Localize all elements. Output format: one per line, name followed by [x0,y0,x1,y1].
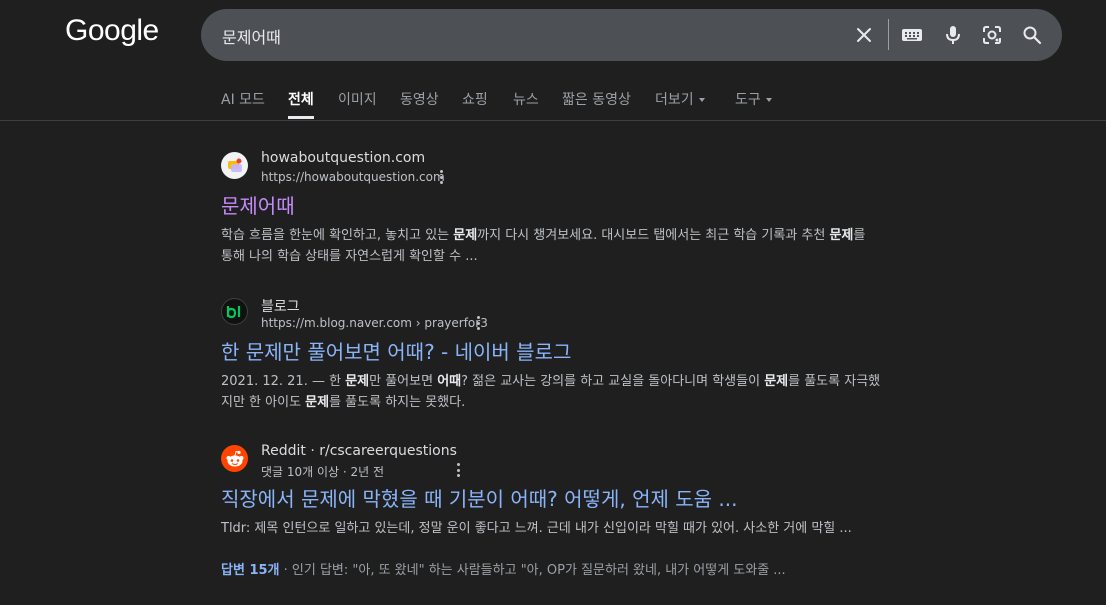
more-options-icon[interactable] [436,170,446,184]
active-tab-indicator [288,116,314,119]
snippet-keyword: 문제 [345,374,370,389]
snippet-keyword: 어때 [437,374,462,389]
snippet-text: Tldr: 제목 인턴으로 일하고 있는데, 정말 운이 좋다고 느껴. 근데 … [221,521,852,536]
top-answer-text: · 인기 답변: "아, 또 왔네" 하는 사람들하고 "아, OP가 질문하러… [279,563,786,578]
result-meta: 댓글 10개 이상 · 2년 전 [261,465,385,479]
more-options-icon[interactable] [473,316,483,330]
search-divider [888,19,889,50]
chevron-down-icon [765,98,772,102]
snippet-text: ? 젊은 교사는 강의를 하고 교실을 돌아다니며 학생들이 [461,374,765,389]
result-url[interactable]: https://howaboutquestion.com [261,170,445,184]
close-icon[interactable] [851,22,877,48]
keyboard-icon[interactable] [899,22,925,48]
search-box[interactable]: 문제어때 [201,9,1062,61]
snippet-keyword: 문제 [453,228,478,243]
tab-all[interactable]: 전체 [288,89,314,109]
tab-short-videos[interactable]: 짧은 동영상 [562,89,631,109]
result-site-name[interactable]: 블로그 [261,296,300,316]
snippet-text: 학습 흐름을 한눈에 확인하고, 놓치고 있는 [221,228,454,243]
naver-blog-favicon-icon [221,298,248,325]
answers-row: 답변 15개 · 인기 답변: "아, 또 왔네" 하는 사람들하고 "아, O… [221,559,786,578]
tab-videos[interactable]: 동영상 [400,89,439,109]
google-logo[interactable]: Google [65,14,159,48]
result-title-link[interactable]: 문제어때 [221,190,295,219]
tab-images[interactable]: 이미지 [338,89,377,109]
tab-tools[interactable]: 도구 [735,89,772,109]
snippet-text: 를 풀도록 하지는 못했다. [329,395,466,410]
snippet-keyword: 문제 [764,374,789,389]
snippet-keyword: 문제 [829,228,854,243]
header: Google 문제어때 [0,0,1106,70]
search-tabs: AI 모드 전체 이미지 동영상 쇼핑 뉴스 짧은 동영상 더보기 도구 [0,80,1106,121]
result-snippet: Tldr: 제목 인턴으로 일하고 있는데, 정말 운이 좋다고 느껴. 근데 … [221,518,881,539]
reddit-favicon-icon [221,445,248,472]
search-input[interactable]: 문제어때 [222,24,281,48]
result-site-name[interactable]: Reddit · r/cscareerquestions [261,443,457,459]
tab-more[interactable]: 더보기 [655,89,705,109]
search-icon[interactable] [1019,22,1045,48]
microphone-icon[interactable] [940,22,966,48]
snippet-text: 2021. 12. 21. — 한 [221,374,346,389]
result-title-link[interactable]: 한 문제만 풀어보면 어때? - 네이버 블로그 [221,336,571,365]
chevron-down-icon [698,98,705,102]
more-options-icon[interactable] [453,463,463,477]
result-site-name[interactable]: howaboutquestion.com [261,150,425,166]
answers-link[interactable]: 답변 15개 [221,563,280,578]
lens-icon[interactable] [979,22,1005,48]
result-snippet: 2021. 12. 21. — 한 문제만 풀어보면 어때? 젊은 교사는 강의… [221,371,881,413]
snippet-text: 까지 다시 챙겨보세요. 대시보드 탭에서는 최근 학습 기록과 추천 [477,228,830,243]
tab-ai-mode[interactable]: AI 모드 [221,89,265,109]
result-url[interactable]: https://m.blog.naver.com › prayerfor3 [261,316,488,330]
site-favicon-icon [221,152,248,179]
result-snippet: 학습 흐름을 한눈에 확인하고, 놓치고 있는 문제까지 다시 챙겨보세요. 대… [221,225,881,267]
result-title-link[interactable]: 직장에서 문제에 막혔을 때 기분이 어때? 어떻게, 언제 도움 ... [221,483,737,512]
snippet-text: 만 풀어보면 [369,374,438,389]
tab-news[interactable]: 뉴스 [513,89,539,109]
tab-more-label: 더보기 [655,92,694,108]
tab-shopping[interactable]: 쇼핑 [462,89,488,109]
tab-tools-label: 도구 [735,92,761,108]
snippet-keyword: 문제 [305,395,330,410]
